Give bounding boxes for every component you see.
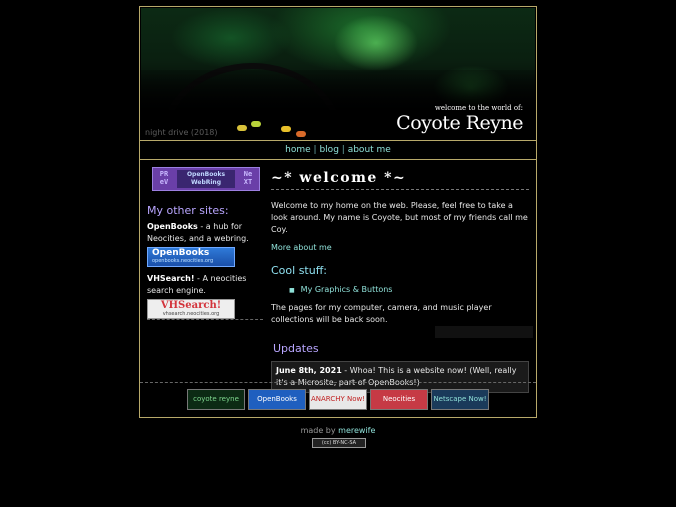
badge-row: coyote reyne OpenBooks ANARCHY Now! Neociti…	[187, 389, 489, 410]
page-frame: night drive (2018) welcome to the world …	[139, 6, 537, 418]
author-link[interactable]: merewife	[338, 426, 375, 435]
gauge-light	[237, 125, 247, 131]
openbooks-banner-link[interactable]: OpenBooks openbooks.neocities.org	[147, 247, 235, 267]
footer-badge[interactable]: OpenBooks	[248, 389, 306, 410]
footer-divider	[140, 382, 536, 383]
footer-badge[interactable]: Neocities	[370, 389, 428, 410]
banner-subtitle: openbooks.neocities.org	[152, 258, 214, 264]
decorative-box	[435, 326, 533, 338]
cool-stuff-list: My Graphics & Buttons	[289, 285, 529, 294]
webring-widget: PR eV OpenBooks WebRing Ne XT	[152, 167, 260, 191]
banner-title: OpenBooks	[152, 248, 210, 258]
updates-heading: Updates	[273, 342, 319, 355]
sidebar: PR eV OpenBooks WebRing Ne XT My other s…	[147, 167, 263, 325]
made-by-text: made by	[300, 426, 339, 435]
webring-next-button[interactable]: Ne XT	[239, 170, 257, 188]
graphics-buttons-link[interactable]: My Graphics & Buttons	[289, 285, 529, 294]
banner-title: VHSearch!	[160, 300, 222, 311]
nav-about-link[interactable]: about me	[348, 145, 391, 155]
site-name: VHSearch!	[147, 274, 195, 283]
footer-badge[interactable]: coyote reyne	[187, 389, 245, 410]
cc-license-badge[interactable]: (cc) BY-NC-SA	[312, 438, 366, 448]
header-banner: night drive (2018) welcome to the world …	[141, 8, 535, 140]
banner-subtitle: vhsearch.neocities.org	[162, 311, 220, 317]
update-date: June 8th, 2021	[276, 366, 342, 375]
nav-blog-link[interactable]: blog	[319, 145, 338, 155]
main-content: ~* welcome *~ Welcome to my home on the …	[271, 170, 533, 393]
site-description: VHSearch! - A neocities search engine.	[147, 273, 263, 297]
cool-stuff-heading: Cool stuff:	[271, 264, 327, 277]
welcome-heading: ~* welcome *~	[271, 170, 529, 190]
more-about-me-link[interactable]: More about me	[271, 243, 529, 252]
nav-home-link[interactable]: home	[285, 145, 311, 155]
gauge-light	[281, 126, 291, 132]
vhsearch-banner-link[interactable]: VHSearch! vhsearch.neocities.org	[147, 299, 235, 319]
webring-prev-button[interactable]: PR eV	[155, 170, 173, 188]
nav-separator: |	[341, 145, 345, 155]
footer-badge[interactable]: ANARCHY Now!	[309, 389, 367, 410]
site-description: OpenBooks - a hub for Neocities, and a w…	[147, 221, 263, 245]
banner-welcome-text: welcome to the world of:	[434, 104, 523, 112]
site-title: Coyote Reyne	[396, 112, 523, 134]
banner-caption: night drive (2018)	[145, 128, 218, 137]
footer-badge[interactable]: Netscape Now!	[431, 389, 489, 410]
welcome-paragraph: Welcome to my home on the web. Please, f…	[271, 201, 528, 234]
gauge-light	[251, 121, 261, 127]
site-name: OpenBooks	[147, 222, 198, 231]
top-nav: home | blog | about me	[140, 140, 536, 160]
gauge-light	[296, 131, 306, 137]
other-sites-heading: My other sites:	[147, 204, 229, 217]
sidebar-divider	[147, 319, 263, 320]
made-by-credit: made by merewife	[0, 426, 676, 435]
webring-title-link[interactable]: OpenBooks WebRing	[177, 170, 235, 188]
pages-notice: The pages for my computer, camera, and m…	[271, 303, 492, 324]
nav-separator: |	[313, 145, 317, 155]
